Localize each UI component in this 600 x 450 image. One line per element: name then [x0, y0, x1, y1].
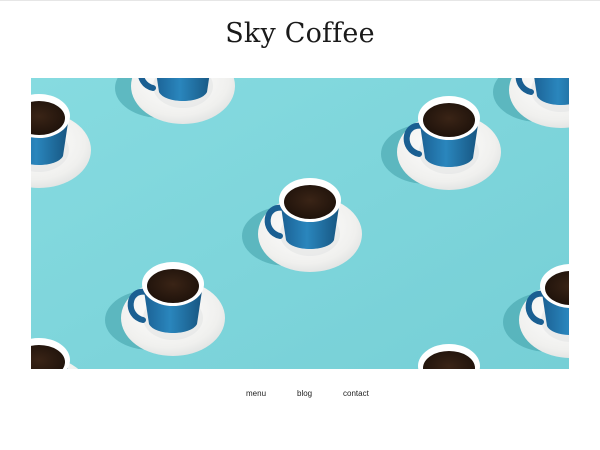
nav-link-contact[interactable]: contact [343, 387, 369, 401]
top-divider [0, 0, 600, 1]
nav-link-blog[interactable]: blog [297, 387, 312, 401]
hero-image [31, 78, 569, 369]
main-nav: menu blog contact [0, 387, 600, 401]
nav-link-menu[interactable]: menu [246, 387, 266, 401]
site-title: Sky Coffee [225, 18, 375, 49]
